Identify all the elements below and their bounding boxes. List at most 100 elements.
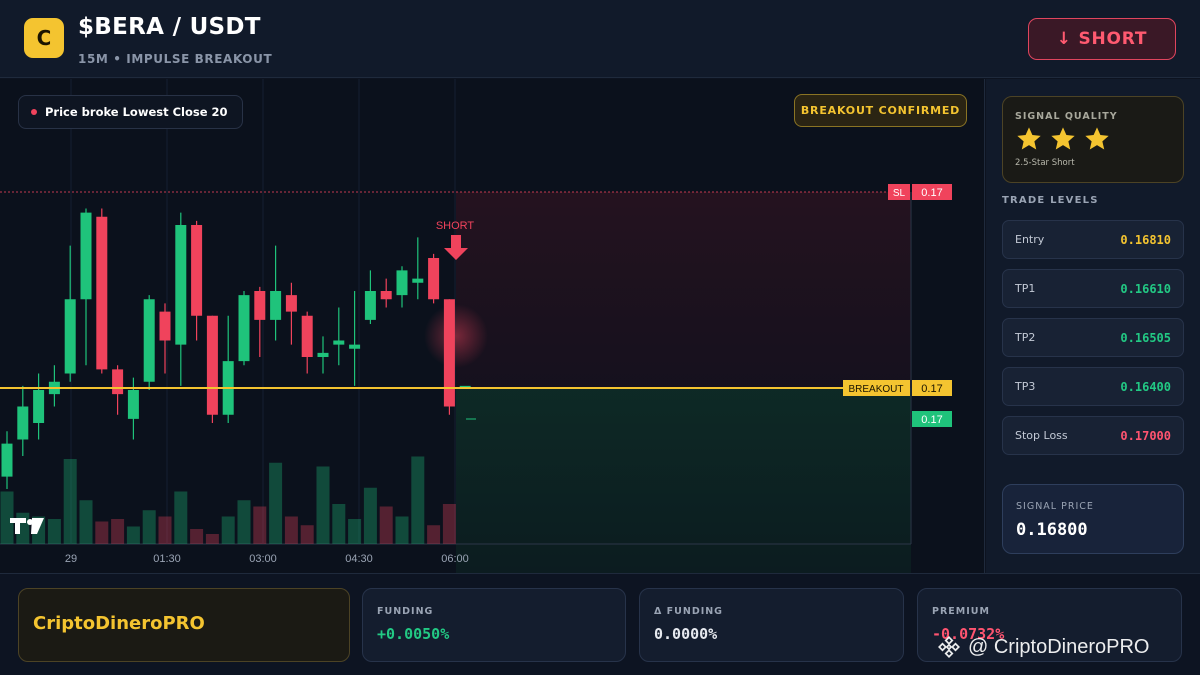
volume-bar: [363, 487, 377, 544]
short-button[interactable]: ↓ SHORT: [1028, 18, 1176, 60]
brand-card: CriptoDineroPRO: [18, 588, 350, 662]
volume-bar: [332, 504, 346, 544]
signal-price-title: SIGNAL PRICE: [1016, 501, 1094, 512]
signal-glow: [424, 304, 488, 368]
level-value: 0.17000: [1120, 428, 1171, 443]
candle-body: [396, 270, 408, 296]
volume-bar: [126, 526, 140, 544]
volume-bar: [316, 466, 330, 544]
volume-bar: [158, 516, 172, 544]
sidebar: SIGNAL QUALITY 2.5-Star Short TRADE LEVE…: [986, 79, 1200, 573]
candlestick-chart[interactable]: SHORT SL 0.17 BREAKOUT 0.17 0.17 29 01:30…: [0, 79, 985, 573]
candle-body: [191, 225, 203, 316]
level-label: TP1: [1015, 282, 1036, 295]
volume-bar: [79, 500, 93, 544]
volume-bar: [95, 521, 109, 544]
candle-body: [285, 295, 297, 312]
level-row-entry: Entry 0.16810: [1002, 220, 1184, 259]
volume-bar: [395, 516, 409, 544]
rating-stars: [1015, 125, 1111, 153]
level-row-tp2: TP2 0.16505: [1002, 318, 1184, 357]
candle-body: [364, 291, 376, 320]
breakout-confirmed-badge: BREAKOUT CONFIRMED: [794, 94, 967, 127]
volume-bar: [253, 506, 267, 544]
level-row-tp1: TP1 0.16610: [1002, 269, 1184, 308]
app-logo: C: [24, 18, 64, 58]
candle-body: [127, 390, 139, 419]
stat-label: FUNDING: [377, 606, 434, 617]
stat-label: PREMIUM: [932, 606, 990, 617]
volume-bar: [442, 504, 456, 544]
candle-body: [33, 390, 45, 423]
candle-body: [254, 291, 266, 320]
watermark: @ CriptoDineroPRO: [936, 634, 1149, 660]
level-value: 0.16610: [1120, 281, 1171, 296]
volume-bar: [379, 506, 393, 544]
level-row-tp3: TP3 0.16400: [1002, 367, 1184, 406]
trade-levels-title: TRADE LEVELS: [1002, 195, 1099, 206]
candle-body: [143, 299, 155, 382]
candle-body: [64, 299, 76, 374]
candle-body: [80, 212, 92, 300]
pair-subtitle: 15M • IMPULSE BREAKOUT: [78, 52, 273, 66]
short-marker-label: SHORT: [436, 220, 475, 232]
volume-bar: [300, 525, 314, 544]
level-label: TP2: [1015, 331, 1036, 344]
candle-body: [206, 315, 218, 415]
signal-quality-caption: 2.5-Star Short: [1015, 158, 1075, 168]
star-icon: [1085, 127, 1109, 150]
volume-bar: [411, 456, 425, 544]
star-icon: [1017, 127, 1041, 150]
signal-quality-card: SIGNAL QUALITY 2.5-Star Short: [1002, 96, 1184, 183]
x-axis-ticks: 29 01:30 03:00 04:30 06:00: [65, 553, 469, 565]
stat-value: +0.0050%: [377, 625, 450, 643]
breakout-tag-label: BREAKOUT: [848, 384, 903, 395]
binance-logo-icon: [938, 636, 960, 658]
breakout-tag-value: 0.17: [921, 383, 942, 395]
volume-bar: [111, 519, 125, 544]
signal-price-card: SIGNAL PRICE 0.16800: [1002, 484, 1184, 554]
level-value: 0.16505: [1120, 330, 1171, 345]
volume-bar: [221, 516, 235, 544]
watermark-text: @ CriptoDineroPRO: [968, 635, 1150, 658]
stop-loss-zone: [456, 192, 911, 388]
volume-bar: [284, 516, 298, 544]
volume-bar: [63, 459, 77, 544]
candle-body: [159, 311, 171, 341]
signal-label-chip: Price broke Lowest Close 20: [18, 95, 243, 129]
level-label: TP3: [1015, 380, 1036, 393]
volume-bar: [348, 519, 362, 544]
signal-label-text: Price broke Lowest Close 20: [45, 105, 228, 119]
x-tick-label: 29: [65, 553, 77, 565]
candle-body: [112, 369, 124, 395]
sl-tag-value: 0.17: [921, 187, 942, 199]
volume-bar: [237, 500, 251, 544]
volume-bar: [269, 462, 283, 544]
volume-bars: [0, 456, 456, 544]
chart-panel[interactable]: SHORT SL 0.17 BREAKOUT 0.17 0.17 29 01:30…: [0, 79, 985, 573]
x-tick-label: 06:00: [441, 553, 469, 565]
pair-title: $BERA / USDT: [78, 14, 261, 40]
candle-body: [412, 278, 424, 283]
candle-body: [96, 216, 108, 370]
volume-bar: [0, 491, 14, 544]
x-tick-label: 04:30: [345, 553, 373, 565]
candle-body: [175, 225, 187, 345]
signal-quality-title: SIGNAL QUALITY: [1015, 111, 1118, 122]
candle-body: [349, 344, 361, 349]
candle-body: [238, 295, 250, 362]
signal-price-value: 0.16800: [1016, 520, 1088, 540]
candle-body: [17, 406, 29, 440]
x-tick-label: 03:00: [249, 553, 277, 565]
breakout-price-tag: BREAKOUT 0.17: [843, 380, 952, 396]
x-tick-label: 01:30: [153, 553, 181, 565]
volume-bar: [205, 534, 219, 544]
candle-body: [333, 340, 345, 345]
candle-body: [380, 291, 392, 300]
volume-bar: [190, 529, 204, 544]
sl-price-tag: SL 0.17: [888, 184, 952, 200]
candles: [1, 208, 471, 489]
brand-name: CriptoDineroPRO: [33, 613, 205, 634]
stat-label: Δ FUNDING: [654, 606, 723, 617]
candle-body: [301, 315, 313, 357]
